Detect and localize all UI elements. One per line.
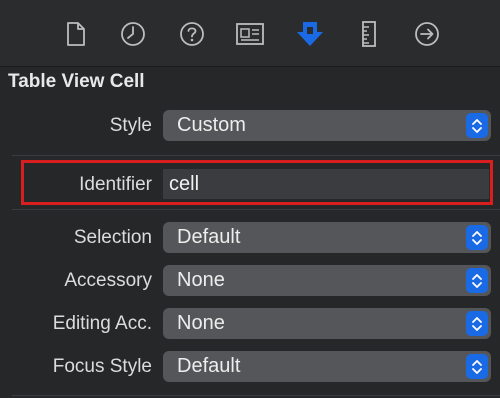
size-inspector-icon[interactable] xyxy=(353,18,385,50)
accessory-value: None xyxy=(177,269,225,291)
up-down-chevron-icon xyxy=(466,113,488,138)
selection-value: Default xyxy=(177,226,241,248)
editing-accessory-popup[interactable]: None xyxy=(163,308,491,339)
up-down-chevron-icon xyxy=(466,268,488,293)
focus-style-value: Default xyxy=(177,355,241,377)
up-down-chevron-icon xyxy=(466,311,488,336)
focus-style-popup[interactable]: Default xyxy=(163,351,491,382)
file-inspector-icon[interactable] xyxy=(60,18,92,50)
selection-popup[interactable]: Default xyxy=(163,222,491,253)
divider xyxy=(12,155,500,156)
identifier-value: cell xyxy=(169,173,200,195)
divider xyxy=(12,209,500,210)
selection-label: Selection xyxy=(73,227,152,248)
history-inspector-icon[interactable] xyxy=(117,18,149,50)
focus-style-label: Focus Style xyxy=(52,356,152,377)
up-down-chevron-icon xyxy=(466,354,488,379)
inspector-toolbar xyxy=(0,0,500,67)
quick-help-icon[interactable] xyxy=(176,18,208,50)
style-label: Style xyxy=(109,115,152,136)
style-value: Custom xyxy=(177,114,246,136)
accessory-label: Accessory xyxy=(64,270,152,291)
identifier-field[interactable]: cell xyxy=(163,169,489,199)
up-down-chevron-icon xyxy=(466,225,488,250)
identifier-label: Identifier xyxy=(79,174,152,195)
style-popup[interactable]: Custom xyxy=(163,110,491,141)
divider xyxy=(12,395,500,396)
accessory-popup[interactable]: None xyxy=(163,265,491,296)
section-title: Table View Cell xyxy=(8,71,145,92)
attributes-inspector-icon[interactable] xyxy=(294,18,326,50)
connections-inspector-icon[interactable] xyxy=(411,18,443,50)
identity-inspector-icon[interactable] xyxy=(234,18,266,50)
editing-accessory-label: Editing Acc. xyxy=(52,313,152,334)
editing-accessory-value: None xyxy=(177,312,225,334)
